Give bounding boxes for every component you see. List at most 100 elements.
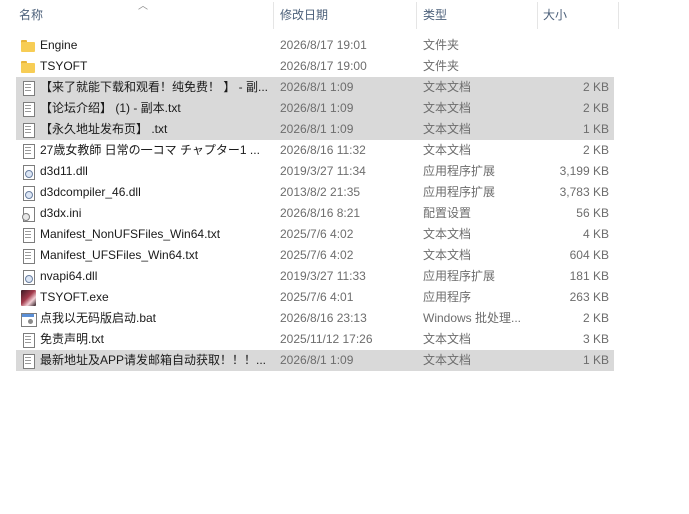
- file-size: 1 KB: [582, 353, 609, 367]
- file-modified-date: 2025/7/6 4:01: [280, 290, 354, 304]
- file-size: 3,199 KB: [559, 164, 609, 178]
- column-header-type[interactable]: 类型: [418, 0, 536, 31]
- file-modified-date: 2026/8/16 8:21: [280, 206, 361, 220]
- file-name: 【论坛介绍】 (1) - 副本.txt: [40, 101, 181, 115]
- file-row[interactable]: nvapi64.dll 2019/3/27 11:33 应用程序扩展 181 KB: [16, 266, 614, 287]
- file-type: 应用程序扩展: [423, 185, 496, 199]
- column-divider[interactable]: [273, 2, 274, 29]
- text-file-icon: [20, 80, 36, 96]
- file-type: 应用程序: [423, 290, 472, 304]
- file-type: 配置设置: [423, 206, 472, 220]
- file-modified-date: 2019/3/27 11:34: [280, 164, 366, 178]
- file-modified-date: 2026/8/1 1:09: [280, 122, 354, 136]
- file-modified-date: 2025/7/6 4:02: [280, 248, 354, 262]
- file-size: 3 KB: [582, 332, 609, 346]
- file-type: 文本文档: [423, 122, 472, 136]
- file-size: 181 KB: [569, 269, 609, 283]
- file-size: [538, 56, 609, 77]
- file-type: 文本文档: [423, 332, 472, 346]
- file-name: 最新地址及APP请发邮箱自动获取！！！...: [40, 353, 267, 367]
- file-name: 点我以无码版启动.bat: [40, 311, 157, 325]
- file-modified-date: 2026/8/1 1:09: [280, 353, 354, 367]
- file-row[interactable]: 27歳女教師 日常の一コマ チャプター1 ... 2026/8/16 11:32 文…: [16, 140, 614, 161]
- file-size: 263 KB: [569, 290, 609, 304]
- file-name: nvapi64.dll: [40, 269, 98, 283]
- file-row[interactable]: TSYOFT.exe 2025/7/6 4:01 应用程序 263 KB: [16, 287, 614, 308]
- file-size: 56 KB: [576, 206, 609, 220]
- file-type: 文本文档: [423, 101, 472, 115]
- column-header-date[interactable]: 修改日期: [275, 0, 415, 31]
- column-divider[interactable]: [416, 2, 417, 29]
- file-size: 2 KB: [582, 101, 609, 115]
- file-name: 免责声明.txt: [40, 332, 105, 346]
- exe-file-icon: [20, 290, 36, 306]
- text-file-icon: [20, 227, 36, 243]
- text-file-icon: [20, 101, 36, 117]
- file-modified-date: 2013/8/2 21:35: [280, 185, 361, 199]
- file-row[interactable]: d3dx.ini 2026/8/16 8:21 配置设置 56 KB: [16, 203, 614, 224]
- file-size: [538, 35, 609, 56]
- column-divider[interactable]: [618, 2, 619, 29]
- file-modified-date: 2026/8/16 23:13: [280, 311, 367, 325]
- file-modified-date: 2026/8/16 11:32: [280, 143, 366, 157]
- file-size: 2 KB: [582, 311, 609, 325]
- file-name: Manifest_UFSFiles_Win64.txt: [40, 248, 199, 262]
- file-size: 1 KB: [582, 122, 609, 136]
- file-row[interactable]: d3d11.dll 2019/3/27 11:34 应用程序扩展 3,199 KB: [16, 161, 614, 182]
- file-row[interactable]: 免责声明.txt 2025/11/12 17:26 文本文档 3 KB: [16, 329, 614, 350]
- text-file-icon: [20, 332, 36, 348]
- file-type: 文本文档: [423, 248, 472, 262]
- file-type: Windows 批处理...: [423, 311, 522, 325]
- file-row[interactable]: 【论坛介绍】 (1) - 副本.txt 2026/8/1 1:09 文本文档 2 KB: [16, 98, 614, 119]
- file-type: 应用程序扩展: [423, 164, 496, 178]
- file-size: 3,783 KB: [559, 185, 609, 199]
- file-name: d3d11.dll: [40, 164, 88, 178]
- file-name: TSYOFT: [40, 59, 88, 73]
- ini-file-icon: [20, 206, 36, 222]
- file-name: d3dcompiler_46.dll: [40, 185, 141, 199]
- file-size: 604 KB: [569, 248, 609, 262]
- dll-file-icon: [20, 164, 36, 180]
- file-row[interactable]: 点我以无码版启动.bat 2026/8/16 23:13 Windows 批处理..…: [16, 308, 614, 329]
- sort-ascending-icon: ︿: [138, 1, 148, 12]
- file-modified-date: 2026/8/1 1:09: [280, 101, 354, 115]
- file-modified-date: 2026/8/1 1:09: [280, 80, 354, 94]
- file-modified-date: 2026/8/17 19:01: [280, 38, 367, 52]
- file-type: 文本文档: [423, 143, 472, 157]
- text-file-icon: [20, 353, 36, 369]
- file-type: 文本文档: [423, 227, 472, 241]
- file-name: Engine: [40, 38, 78, 52]
- text-file-icon: [20, 248, 36, 264]
- file-size: 4 KB: [582, 227, 609, 241]
- folder-icon: [20, 59, 36, 75]
- file-type: 文件夹: [423, 38, 460, 52]
- dll-file-icon: [20, 269, 36, 285]
- file-row[interactable]: 【永久地址发布页】 .txt 2026/8/1 1:09 文本文档 1 KB: [16, 119, 614, 140]
- batch-file-icon: [20, 311, 37, 327]
- file-type: 应用程序扩展: [423, 269, 496, 283]
- file-row[interactable]: Manifest_UFSFiles_Win64.txt 2025/7/6 4:02…: [16, 245, 614, 266]
- text-file-icon: [20, 122, 36, 138]
- file-name: TSYOFT.exe: [40, 290, 109, 304]
- column-header-size[interactable]: 大小: [538, 0, 618, 31]
- file-name: 【来了就能下载和观看！纯免费！ 】 - 副...: [40, 80, 269, 94]
- file-modified-date: 2019/3/27 11:33: [280, 269, 366, 283]
- file-size: 2 KB: [582, 80, 609, 94]
- file-modified-date: 2025/11/12 17:26: [280, 332, 373, 346]
- file-row[interactable]: TSYOFT 2026/8/17 19:00 文件夹: [16, 56, 614, 77]
- file-row[interactable]: 最新地址及APP请发邮箱自动获取！！！... 2026/8/1 1:09 文本文档 1…: [16, 350, 614, 371]
- file-row[interactable]: 【来了就能下载和观看！纯免费！ 】 - 副... 2026/8/1 1:09 文本文…: [16, 77, 614, 98]
- file-row[interactable]: Manifest_NonUFSFiles_Win64.txt 2025/7/6 4…: [16, 224, 614, 245]
- file-row[interactable]: Engine 2026/8/17 19:01 文件夹: [16, 35, 614, 56]
- column-header-bar: 名称 ︿ 修改日期 类型 大小: [0, 0, 689, 31]
- file-modified-date: 2026/8/17 19:00: [280, 59, 367, 73]
- file-name: 27歳女教師 日常の一コマ チャプター1 ...: [40, 143, 260, 157]
- file-modified-date: 2025/7/6 4:02: [280, 227, 354, 241]
- file-row[interactable]: d3dcompiler_46.dll 2013/8/2 21:35 应用程序扩展 3,…: [16, 182, 614, 203]
- file-size: 2 KB: [582, 143, 609, 157]
- file-type: 文本文档: [423, 80, 472, 94]
- file-type: 文本文档: [423, 353, 472, 367]
- dll-file-icon: [20, 185, 36, 201]
- file-type: 文件夹: [423, 59, 460, 73]
- text-file-icon: [20, 143, 36, 159]
